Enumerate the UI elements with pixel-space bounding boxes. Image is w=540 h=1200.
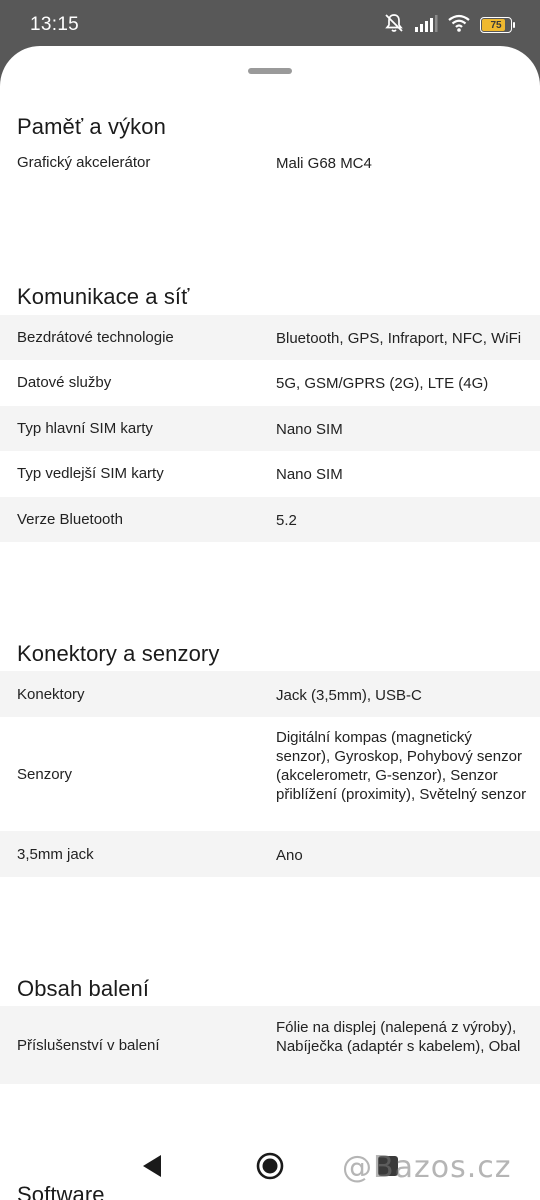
section-title-konektory: Konektory a senzory: [17, 641, 220, 666]
back-icon[interactable]: [140, 1153, 164, 1184]
spec-label: Datové služby: [17, 374, 112, 391]
spec-row: Verze Bluetooth 5.2: [0, 497, 540, 542]
spec-row: 3,5mm jack Ano: [0, 831, 540, 877]
status-time: 13:15: [30, 14, 80, 35]
spec-row: Bezdrátové technologie Bluetooth, GPS, I…: [0, 315, 540, 360]
spec-label: Konektory: [17, 686, 85, 703]
section-title-komunikace: Komunikace a síť: [17, 284, 190, 309]
spec-label: Příslušenství v balení: [17, 1037, 160, 1054]
spec-value: Jack (3,5mm), USB-C: [276, 687, 422, 704]
spec-label: Typ hlavní SIM karty: [17, 420, 153, 437]
spec-label: Typ vedlejší SIM karty: [17, 465, 164, 482]
drag-handle[interactable]: [248, 68, 292, 74]
spec-value: 5G, GSM/GPRS (2G), LTE (4G): [276, 375, 489, 392]
spec-label: Senzory: [17, 766, 73, 783]
spec-sheet[interactable]: Paměť a výkon Grafický akcelerátor Mali …: [0, 46, 540, 1200]
status-bar: 13:15 75: [0, 0, 540, 50]
home-icon[interactable]: [255, 1151, 285, 1186]
spec-row: Příslušenství v balení Fólie na displej …: [0, 1006, 540, 1084]
mute-icon: [383, 12, 405, 39]
section-title-obsah-baleni: Obsah balení: [17, 976, 150, 1001]
spec-value: Fólie na displej (nalepená z výroby), Na…: [276, 1019, 521, 1055]
spec-value: Ano: [276, 847, 303, 864]
battery-level: 75: [490, 19, 502, 31]
spec-value: Digitální kompas (magnetický senzor), Gy…: [276, 729, 527, 803]
spec-row: Datové služby 5G, GSM/GPRS (2G), LTE (4G…: [0, 360, 540, 406]
spec-row: Typ hlavní SIM karty Nano SIM: [0, 406, 540, 451]
spec-label: Verze Bluetooth: [17, 511, 123, 528]
spec-row: Senzory Digitální kompas (magnetický sen…: [0, 717, 540, 831]
battery-icon: 75: [480, 17, 515, 33]
spec-value: Mali G68 MC4: [276, 155, 372, 172]
spec-value: Nano SIM: [276, 466, 343, 483]
spec-label: Bezdrátové technologie: [17, 329, 174, 346]
spec-row: Konektory Jack (3,5mm), USB-C: [0, 671, 540, 717]
spec-row: Typ vedlejší SIM karty Nano SIM: [0, 451, 540, 497]
watermark: @Bazos.cz: [342, 1150, 512, 1185]
spec-label: Grafický akcelerátor: [17, 154, 151, 171]
spec-value: Bluetooth, GPS, Infraport, NFC, WiFi: [276, 330, 522, 347]
wifi-icon: [447, 13, 471, 38]
spec-value: 5.2: [276, 512, 297, 529]
spec-row: Grafický akcelerátor Mali G68 MC4: [0, 136, 540, 182]
spec-value: Nano SIM: [276, 421, 343, 438]
spec-label: 3,5mm jack: [17, 846, 94, 863]
status-icons: 75: [383, 12, 515, 39]
signal-icon: [414, 13, 438, 38]
